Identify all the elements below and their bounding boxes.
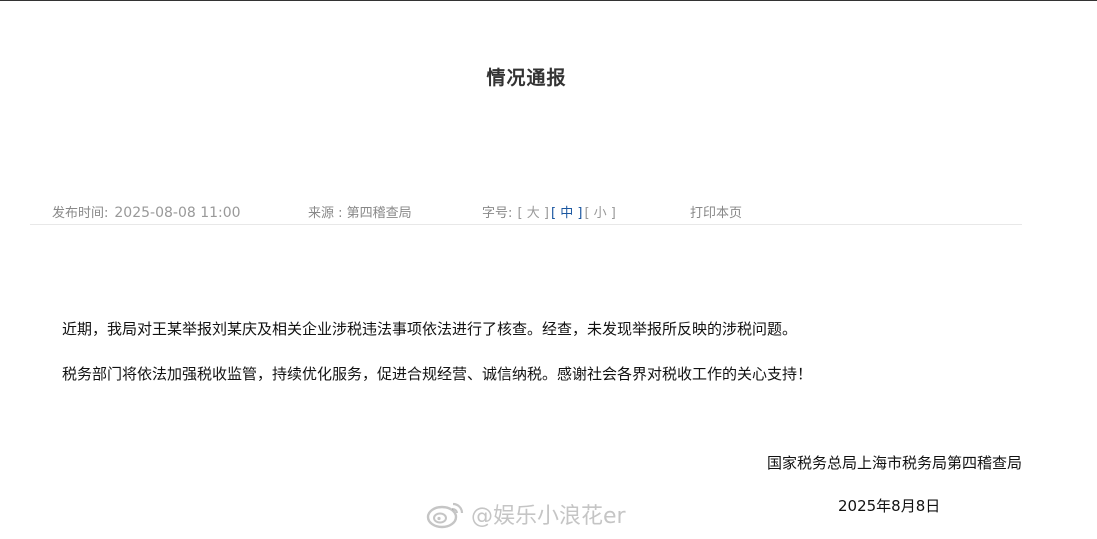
top-border bbox=[0, 0, 1097, 1]
source: 来源 : 第四稽查局 bbox=[308, 206, 412, 221]
print-page-link[interactable]: 打印本页 bbox=[690, 202, 742, 221]
watermark-text: @娱乐小浪花er bbox=[471, 504, 626, 529]
signature-organization: 国家税务总局上海市税务局第四稽查局 bbox=[766, 454, 1022, 472]
body-paragraph-2: 税务部门将依法加强税收监管，持续优化服务，促进合规经营、诚信纳税。感谢社会各界对… bbox=[62, 365, 813, 383]
signature-date: 2025年8月8日 bbox=[838, 497, 941, 515]
body-paragraph-1: 近期，我局对王某举报刘某庆及相关企业涉税违法事项依法进行了核查。经查，未发现举报… bbox=[62, 320, 798, 338]
publish-time-label: 发布时间: bbox=[52, 206, 109, 221]
watermark: @娱乐小浪花er bbox=[425, 497, 626, 531]
weibo-icon bbox=[426, 502, 464, 529]
page-title: 情况通报 bbox=[486, 67, 567, 89]
font-size-small-button[interactable]: [ 小 ] bbox=[584, 206, 615, 221]
font-size-large-button[interactable]: [ 大 ] bbox=[518, 206, 549, 221]
font-size-medium-button[interactable]: [ 中 ] bbox=[551, 206, 582, 221]
font-size-selector: 字号: [ 大 ][ 中 ][ 小 ] bbox=[482, 202, 617, 221]
font-size-label: 字号: bbox=[482, 206, 513, 221]
article-meta-bar: 发布时间: 2025-08-08 11:00 来源 : 第四稽查局 字号: [ 大… bbox=[30, 202, 1022, 225]
publish-time-value: 2025-08-08 11:00 bbox=[114, 205, 241, 221]
publish-time: 发布时间: 2025-08-08 11:00 bbox=[52, 202, 241, 221]
